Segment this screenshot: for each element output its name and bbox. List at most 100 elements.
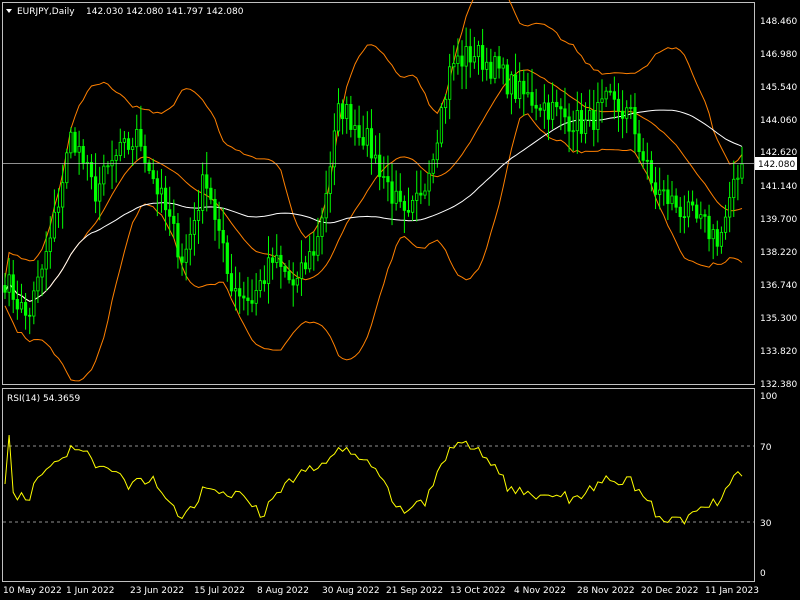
candle[interactable] — [155, 178, 159, 195]
candle[interactable] — [662, 189, 666, 192]
candle[interactable] — [719, 231, 724, 247]
candle[interactable] — [353, 125, 357, 130]
candle[interactable] — [151, 170, 155, 180]
candle[interactable] — [513, 74, 518, 99]
candle[interactable] — [77, 145, 81, 153]
candle[interactable] — [703, 214, 707, 217]
candle[interactable] — [69, 131, 73, 154]
candle[interactable] — [159, 187, 164, 195]
candle[interactable] — [324, 193, 328, 219]
candle[interactable] — [40, 268, 44, 278]
candle[interactable] — [649, 160, 654, 184]
candle[interactable] — [168, 209, 172, 217]
candle[interactable] — [518, 80, 522, 99]
candle[interactable] — [575, 110, 579, 132]
candle[interactable] — [600, 98, 604, 103]
candle[interactable] — [172, 215, 176, 224]
candle[interactable] — [283, 266, 287, 272]
candle[interactable] — [312, 251, 316, 256]
candle[interactable] — [505, 64, 509, 95]
candle[interactable] — [275, 254, 279, 263]
candle[interactable] — [456, 55, 460, 64]
candle[interactable] — [176, 223, 180, 258]
candle[interactable] — [464, 46, 468, 67]
candle[interactable] — [551, 101, 555, 120]
candle[interactable] — [563, 108, 567, 118]
candle[interactable] — [637, 133, 641, 153]
candle[interactable] — [386, 176, 390, 183]
candle[interactable] — [682, 216, 686, 219]
candle[interactable] — [295, 277, 299, 286]
candle[interactable] — [213, 198, 217, 220]
candle[interactable] — [271, 257, 275, 263]
candle[interactable] — [489, 61, 493, 79]
candle[interactable] — [415, 192, 419, 201]
candle[interactable] — [723, 216, 728, 233]
candle[interactable] — [23, 302, 28, 316]
candle[interactable] — [394, 190, 398, 204]
candle[interactable] — [674, 195, 678, 208]
candle[interactable] — [7, 274, 11, 293]
candle[interactable] — [583, 119, 588, 134]
candle[interactable] — [678, 206, 682, 218]
candle[interactable] — [468, 46, 472, 63]
candle[interactable] — [291, 279, 295, 286]
candle[interactable] — [509, 74, 514, 95]
candle[interactable] — [118, 141, 122, 156]
candle[interactable] — [542, 102, 546, 111]
candle[interactable] — [608, 90, 612, 93]
candle[interactable] — [423, 190, 427, 196]
candle[interactable] — [135, 128, 139, 148]
candle[interactable] — [11, 274, 15, 300]
candle[interactable] — [419, 192, 423, 196]
candle[interactable] — [303, 262, 308, 270]
dropdown-arrow-icon[interactable] — [6, 9, 12, 13]
candle[interactable] — [336, 103, 341, 132]
candle[interactable] — [452, 63, 456, 68]
candle[interactable] — [411, 200, 415, 213]
candle[interactable] — [225, 242, 229, 274]
candle[interactable] — [163, 187, 168, 211]
candle[interactable] — [102, 165, 106, 185]
candle[interactable] — [209, 187, 213, 200]
candle[interactable] — [501, 64, 505, 69]
candle[interactable] — [711, 229, 715, 240]
candle[interactable] — [126, 138, 131, 150]
candle[interactable] — [122, 138, 127, 143]
candle[interactable] — [398, 190, 402, 202]
candle[interactable] — [242, 295, 246, 299]
candle[interactable] — [497, 56, 501, 69]
candle[interactable] — [65, 152, 69, 184]
candle[interactable] — [32, 290, 36, 317]
candle[interactable] — [546, 102, 551, 120]
candle[interactable] — [567, 116, 571, 132]
candle[interactable] — [534, 104, 538, 109]
candle[interactable] — [686, 201, 691, 218]
candle[interactable] — [44, 251, 48, 270]
candle[interactable] — [221, 229, 225, 244]
candle[interactable] — [658, 189, 662, 195]
candle[interactable] — [357, 125, 361, 138]
candle[interactable] — [476, 45, 481, 58]
candle[interactable] — [361, 137, 365, 146]
candle[interactable] — [448, 66, 452, 100]
candle[interactable] — [229, 273, 234, 292]
candle[interactable] — [246, 297, 250, 301]
candle[interactable] — [612, 91, 616, 100]
candle[interactable] — [653, 182, 658, 195]
candle[interactable] — [690, 201, 695, 206]
candle[interactable] — [308, 251, 312, 270]
candle[interactable] — [266, 257, 271, 284]
candle[interactable] — [81, 145, 85, 164]
candle[interactable] — [258, 280, 262, 291]
candle[interactable] — [89, 162, 94, 178]
candle[interactable] — [369, 128, 374, 159]
candle[interactable] — [52, 211, 57, 239]
candle[interactable] — [493, 56, 497, 79]
candle[interactable] — [15, 298, 19, 310]
candle[interactable] — [345, 104, 349, 119]
candle[interactable] — [205, 174, 209, 189]
candle[interactable] — [439, 107, 444, 144]
candle[interactable] — [373, 154, 378, 159]
candle[interactable] — [19, 302, 24, 310]
